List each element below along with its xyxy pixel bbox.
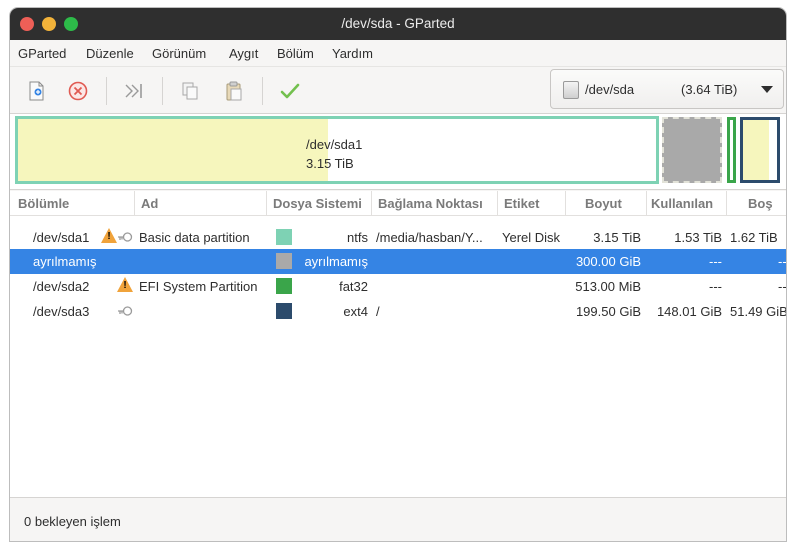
filesystem-color-swatch <box>276 278 292 294</box>
cell-used: --- <box>709 254 722 269</box>
toolbar-separator <box>162 77 163 105</box>
cell-filesystem: ntfs <box>347 230 368 245</box>
cell-used: --- <box>709 279 722 294</box>
filesystem-color-swatch <box>276 253 292 269</box>
delete-partition-button[interactable] <box>64 77 92 105</box>
column-divider[interactable] <box>646 191 647 216</box>
warning-icon-mark: ! <box>107 231 111 242</box>
cell-free: 1.62 TiB <box>730 230 778 245</box>
copy-button[interactable] <box>176 77 204 105</box>
column-divider[interactable] <box>266 191 267 216</box>
cell-label: Yerel Disk <box>502 230 561 245</box>
resize-move-icon <box>125 84 142 98</box>
paste-button[interactable] <box>220 77 248 105</box>
column-divider[interactable] <box>371 191 372 216</box>
cell-partition: /dev/sda3 <box>33 304 90 319</box>
header-label[interactable]: Etiket <box>504 196 539 211</box>
filesystem-color-swatch <box>276 229 292 245</box>
cell-size: 199.50 GiB <box>575 304 641 319</box>
cell-size: 300.00 GiB <box>575 254 641 269</box>
warning-icon-mark: ! <box>123 280 127 291</box>
header-filesystem[interactable]: Dosya Sistemi <box>273 196 362 211</box>
cell-used: 148.01 GiB <box>656 304 722 319</box>
table-row-selected[interactable]: ayrılmamış ayrılmamış 300.00 GiB --- --- <box>10 249 786 274</box>
header-used[interactable]: Kullanılan <box>651 196 713 211</box>
header-size[interactable]: Boyut <box>585 196 622 211</box>
status-bar: 0 bekleyen işlem <box>10 497 786 541</box>
toolbar-separator <box>106 77 107 105</box>
disk-map: /dev/sda1 3.15 TiB <box>10 114 786 190</box>
key-icon <box>118 232 133 242</box>
table-row[interactable]: /dev/sda3 ext4 / 199.50 GiB 148.01 GiB 5… <box>10 299 786 324</box>
column-divider[interactable] <box>134 191 135 216</box>
partition-table: Bölümle Ad Dosya Sistemi Bağlama Noktası… <box>10 191 786 504</box>
paste-icon <box>226 81 242 101</box>
cell-partition: /dev/sda1 <box>33 230 90 245</box>
cell-size: 513.00 MiB <box>575 279 641 294</box>
toolbar: /dev/sda (3.64 TiB) <box>10 66 786 114</box>
gparted-window: /dev/sda - GParted GParted Düzenle Görün… <box>10 8 786 541</box>
column-divider[interactable] <box>497 191 498 216</box>
key-icon <box>118 306 133 316</box>
toolbar-separator <box>262 77 263 105</box>
menu-edit[interactable]: Düzenle <box>86 46 134 61</box>
diskmap-unallocated[interactable] <box>662 117 722 183</box>
diskmap-sda2[interactable] <box>727 117 736 183</box>
new-partition-button[interactable] <box>22 77 50 105</box>
diskmap-sda1-name: /dev/sda1 <box>306 137 363 152</box>
device-size: (3.64 TiB) <box>681 82 738 97</box>
menu-partition[interactable]: Bölüm <box>277 46 314 61</box>
window-title: /dev/sda - GParted <box>341 16 455 31</box>
cell-mountpoint: /media/hasban/Y... <box>376 230 483 245</box>
delete-icon <box>68 81 88 101</box>
device-selector[interactable]: /dev/sda (3.64 TiB) <box>550 69 784 109</box>
cell-free: 51.49 GiB <box>730 304 786 319</box>
header-free[interactable]: Boş <box>748 196 773 211</box>
cell-name: EFI System Partition <box>139 279 258 294</box>
cell-filesystem: ayrılmamış <box>304 254 368 269</box>
table-row[interactable]: /dev/sda1 ! Basic data partition ntfs /m… <box>10 225 786 250</box>
header-mountpoint[interactable]: Bağlama Noktası <box>378 196 483 211</box>
cell-mountpoint: / <box>376 304 380 319</box>
diskmap-sda1-label: /dev/sda1 3.15 TiB <box>306 135 362 173</box>
cell-free: --- <box>778 279 786 294</box>
cell-free: --- <box>778 254 786 269</box>
column-divider[interactable] <box>726 191 727 216</box>
menu-device[interactable]: Aygıt <box>229 46 258 61</box>
apply-button[interactable] <box>276 77 304 105</box>
menu-bar: GParted Düzenle Görünüm Aygıt Bölüm Yard… <box>10 40 786 66</box>
cell-partition: ayrılmamış <box>33 254 97 269</box>
pending-operations-status: 0 bekleyen işlem <box>24 514 121 529</box>
copy-icon <box>182 82 198 100</box>
cell-partition: /dev/sda2 <box>33 279 90 294</box>
cell-name: Basic data partition <box>139 230 250 245</box>
table-header: Bölümle Ad Dosya Sistemi Bağlama Noktası… <box>10 191 786 216</box>
device-name: /dev/sda <box>585 82 635 97</box>
diskmap-sda3-used <box>743 120 769 180</box>
cell-size: 3.15 TiB <box>593 230 641 245</box>
filesystem-color-swatch <box>276 303 292 319</box>
diskmap-sda3[interactable] <box>740 117 780 183</box>
new-partition-icon <box>29 81 44 101</box>
menu-help[interactable]: Yardım <box>332 46 373 61</box>
menu-gparted[interactable]: GParted <box>18 46 66 61</box>
cell-filesystem: ext4 <box>343 304 368 319</box>
harddisk-icon <box>563 81 579 99</box>
title-bar: /dev/sda - GParted <box>10 8 786 40</box>
chevron-down-icon <box>761 86 773 93</box>
resize-move-button[interactable] <box>120 77 148 105</box>
diskmap-sda1-size: 3.15 TiB <box>306 156 354 171</box>
column-divider[interactable] <box>565 191 566 216</box>
cell-filesystem: fat32 <box>339 279 368 294</box>
diskmap-sda1[interactable]: /dev/sda1 3.15 TiB <box>15 116 659 184</box>
menu-view[interactable]: Görünüm <box>152 46 206 61</box>
header-name[interactable]: Ad <box>141 196 158 211</box>
header-partition[interactable]: Bölümle <box>18 196 69 211</box>
diskmap-sda1-used <box>18 119 328 181</box>
cell-used: 1.53 TiB <box>674 230 722 245</box>
apply-icon <box>280 83 300 99</box>
table-row[interactable]: /dev/sda2 ! EFI System Partition fat32 5… <box>10 274 786 299</box>
